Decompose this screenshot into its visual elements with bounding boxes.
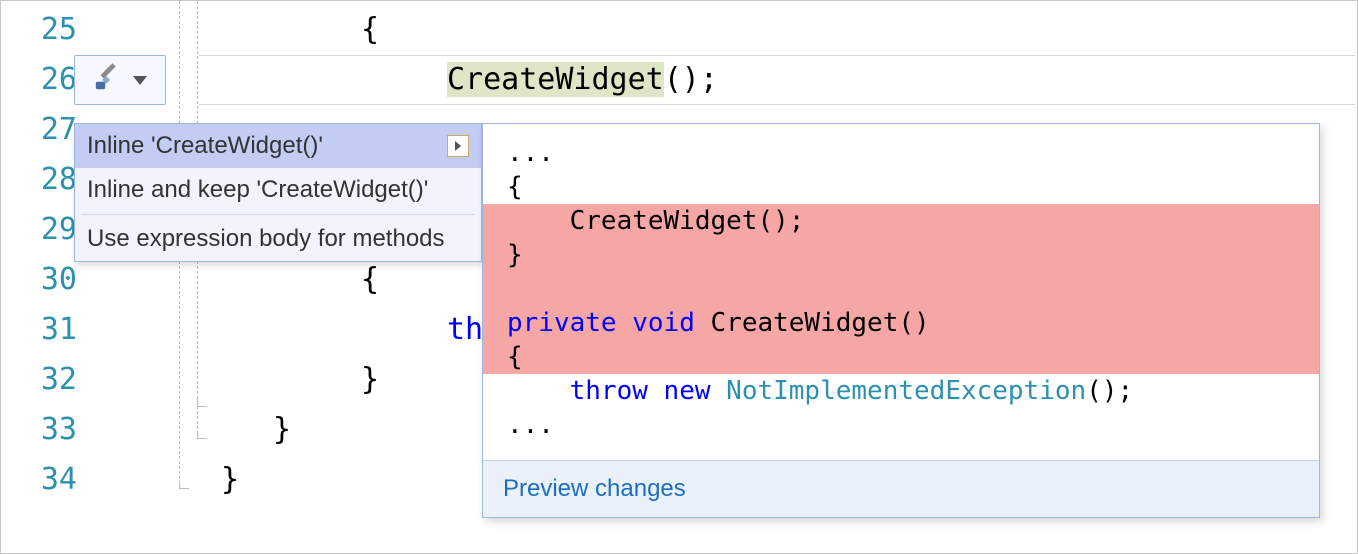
line-number: 29 <box>1 205 77 255</box>
menu-item-label: Inline and keep 'CreateWidget()' <box>87 176 428 204</box>
line-number: 26 <box>1 55 77 105</box>
menu-item-label: Use expression body for methods <box>87 225 445 253</box>
code-line: CreateWidget(); <box>221 55 718 105</box>
quick-actions-button[interactable] <box>74 55 166 105</box>
submenu-arrow-icon[interactable] <box>447 135 469 157</box>
quick-actions-menu: Inline 'CreateWidget()' Inline and keep … <box>74 123 482 262</box>
line-number: 34 <box>1 455 77 505</box>
method-call-token: CreateWidget <box>447 62 664 97</box>
preview-changes-label: Preview changes <box>503 475 686 502</box>
deleted-code-block: CreateWidget(); } private void CreateWid… <box>483 204 1319 374</box>
preview-changes-link[interactable]: Preview changes <box>483 460 1319 517</box>
line-number: 25 <box>1 5 77 55</box>
chevron-down-icon <box>133 76 147 85</box>
line-number: 32 <box>1 355 77 405</box>
line-number: 31 <box>1 305 77 355</box>
screwdriver-icon <box>93 63 123 98</box>
menu-item-inline[interactable]: Inline 'CreateWidget()' <box>75 124 481 168</box>
line-number: 30 <box>1 255 77 305</box>
menu-item-expression-body[interactable]: Use expression body for methods <box>75 217 481 261</box>
line-number: 33 <box>1 405 77 455</box>
preview-panel: ... { CreateWidget(); } private void Cre… <box>482 123 1320 518</box>
menu-item-label: Inline 'CreateWidget()' <box>87 132 323 160</box>
line-number: 27 <box>1 105 77 155</box>
code-line: { <box>221 5 718 55</box>
line-number: 28 <box>1 155 77 205</box>
preview-code: ... { CreateWidget(); } private void Cre… <box>483 124 1319 460</box>
menu-item-inline-keep[interactable]: Inline and keep 'CreateWidget()' <box>75 168 481 212</box>
menu-divider <box>81 214 475 215</box>
